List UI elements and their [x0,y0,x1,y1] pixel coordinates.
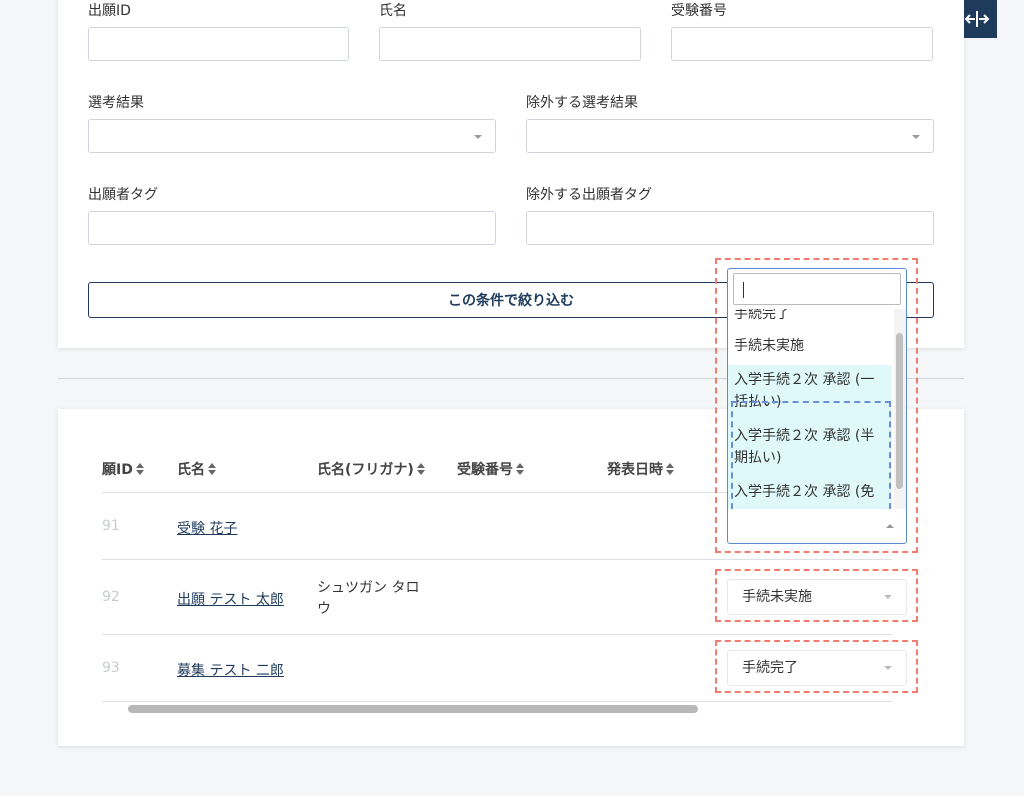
sort-icon[interactable] [516,463,524,475]
procedure-status-select[interactable]: 手続完了 [727,650,907,686]
exam-number-input[interactable] [671,27,933,61]
chevron-down-icon [884,666,892,670]
selection-result-label: 選考結果 [88,95,144,111]
chevron-up-icon [886,524,894,528]
table-divider [102,701,892,702]
procedure-status-select[interactable]: 手続未実施 [727,579,907,615]
name-input[interactable] [379,27,641,61]
procedure-status-dropdown[interactable]: 手続完了 手続未実施 入学手続２次 承認 (一括払い) 入学手続２次 承認 (半… [727,268,907,544]
dropdown-option[interactable]: 手続完了 [728,309,892,325]
sort-icon[interactable] [416,463,425,475]
horizontal-scrollbar[interactable] [102,703,902,715]
exclude-selection-result-label: 除外する選考結果 [526,95,638,111]
application-id-label: 出願ID [88,3,131,19]
applicant-name-link[interactable]: 募集 テスト 二郎 [177,660,284,680]
dropdown-scrollbar[interactable] [894,309,906,509]
column-header-announcement-date[interactable]: 発表日時 [607,459,674,479]
applicant-name-kana-cell: シュツガン タロウ [317,580,420,617]
application-id-cell: 92 [102,589,120,605]
column-header-name-kana[interactable]: 氏名(フリガナ) [317,459,425,479]
scrollbar-thumb[interactable] [128,705,698,713]
name-label: 氏名 [379,3,407,19]
application-id-cell: 93 [102,660,120,676]
sort-icon[interactable] [666,463,674,475]
sort-icon[interactable] [208,463,216,475]
collapse-horizontal-icon [964,11,990,27]
chevron-down-icon [884,595,892,599]
selection-result-select[interactable] [88,119,496,153]
exclude-applicant-tag-input[interactable] [526,211,934,245]
exam-number-label: 受験番号 [671,3,727,19]
exclude-selection-result-select[interactable] [526,119,934,153]
application-id-input[interactable] [88,27,349,61]
chevron-down-icon [912,135,920,139]
column-header-exam-number[interactable]: 受験番号 [457,459,524,479]
application-id-cell: 91 [102,518,120,534]
dropdown-options: 手続完了 手続未実施 入学手続２次 承認 (一括払い) 入学手続２次 承認 (半… [728,309,894,509]
applicant-name-link[interactable]: 出願 テスト 太郎 [177,589,284,609]
sort-icon[interactable] [135,463,144,475]
table-divider [102,559,892,560]
dropdown-option[interactable]: 入学手続２次 承認 (免 [728,477,892,509]
column-header-name[interactable]: 氏名 [177,459,216,479]
dropdown-option[interactable]: 入学手続２次 承認 (半期払い) [728,421,892,477]
column-header-application-id[interactable]: 願ID [102,459,144,479]
dropdown-option[interactable]: 入学手続２次 承認 (一括払い) [728,365,892,421]
exclude-applicant-tag-label: 除外する出願者タグ [526,187,652,203]
chevron-down-icon [474,135,482,139]
applicant-tag-input[interactable] [88,211,496,245]
scrollbar-thumb[interactable] [896,333,903,489]
dropdown-search-input[interactable] [733,273,901,305]
dropdown-option[interactable]: 手続未実施 [728,335,892,357]
applicant-tag-label: 出願者タグ [88,187,158,203]
table-divider [102,634,892,635]
applicant-name-link[interactable]: 受験 花子 [177,518,237,538]
text-cursor [743,282,744,298]
